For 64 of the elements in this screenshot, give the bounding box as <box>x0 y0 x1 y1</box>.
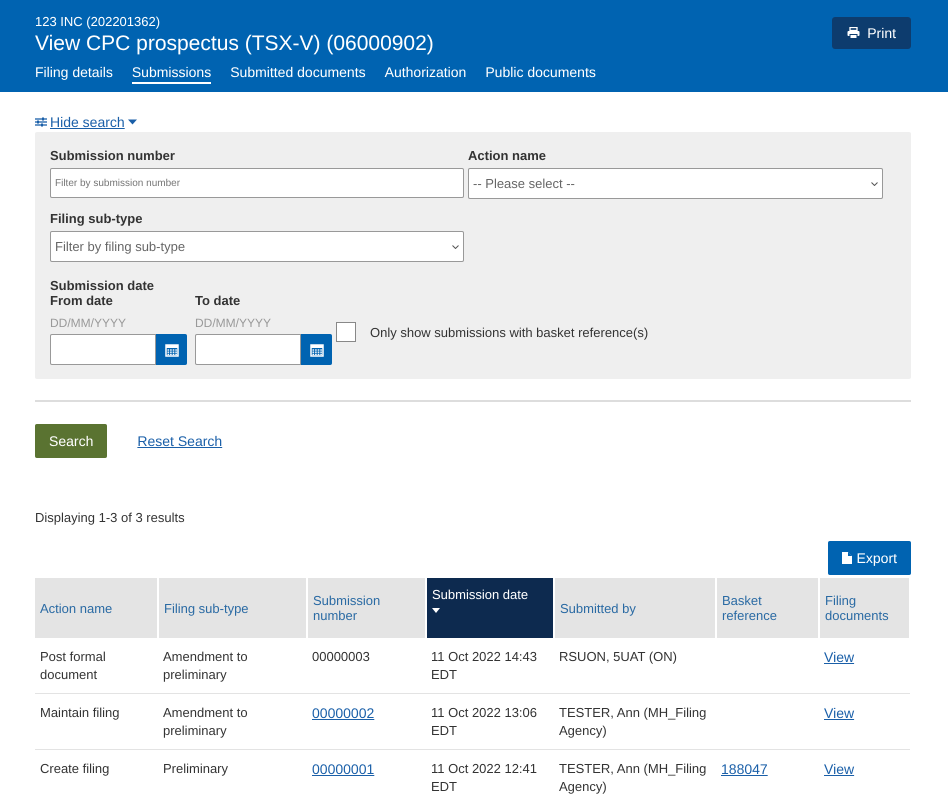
table-cell: RSUON, 5UAT (ON) <box>559 649 677 664</box>
table-link[interactable]: View <box>824 761 854 777</box>
column-header[interactable]: Basket reference <box>716 578 819 638</box>
field-label: To date <box>195 293 242 308</box>
chevron-down-icon <box>871 182 878 186</box>
column-header[interactable]: Submitted by <box>554 578 716 638</box>
field-label: From date <box>50 293 114 308</box>
table-cell: Amendment to preliminary <box>163 705 248 738</box>
table-cell: TESTER, Ann (MH_Filing Agency) <box>559 705 706 738</box>
result-count: Displaying 1-3 of 3 results <box>35 510 186 525</box>
calendar-button[interactable] <box>301 334 332 365</box>
nav-tab[interactable]: Public documents <box>485 64 596 84</box>
date-field[interactable] <box>195 334 301 365</box>
filing-sub-type-dropdown[interactable]: Filter by filing sub-type <box>50 231 464 262</box>
filter-sliders-icon <box>35 117 47 127</box>
table-cell: Amendment to preliminary <box>163 649 248 682</box>
table-cell: Post formal document <box>40 649 106 682</box>
action-name-dropdown[interactable]: -- Please select -- <box>468 168 883 199</box>
nav-tab[interactable]: Submitted documents <box>230 64 366 84</box>
table-cell: 11 Oct 2022 12:41 EDT <box>431 761 538 794</box>
document-icon <box>842 552 852 564</box>
table-cell: Preliminary <box>163 761 228 776</box>
sort-caret-icon <box>432 608 440 613</box>
calendar-button[interactable] <box>156 334 187 365</box>
column-header[interactable]: Submission date <box>426 578 554 638</box>
checkbox[interactable] <box>336 322 356 342</box>
reset-search-link[interactable]: Reset Search <box>137 433 222 449</box>
table-cell: 00000003 <box>312 649 370 664</box>
section-label: Submission date <box>50 278 156 293</box>
calendar-icon <box>310 342 324 356</box>
table-link[interactable]: View <box>824 705 854 721</box>
table-cell: 11 Oct 2022 13:06 EDT <box>431 705 538 738</box>
field-label: Action name <box>468 148 548 163</box>
table-cell: 11 Oct 2022 14:43 EDT <box>431 649 538 682</box>
column-header[interactable]: Action name <box>35 578 158 638</box>
table-link[interactable]: 188047 <box>721 761 768 777</box>
calendar-icon <box>164 342 178 356</box>
column-header[interactable]: Filing sub-type <box>158 578 307 638</box>
field-label: Submission number <box>50 148 176 163</box>
chevron-down-icon <box>452 244 459 248</box>
column-header[interactable]: Filing documents <box>819 578 910 638</box>
nav-tab[interactable]: Submissions <box>132 64 212 84</box>
print-button[interactable]: Print <box>832 17 911 49</box>
date-format-hint: DD/MM/YYYY <box>50 316 128 330</box>
nav-tab[interactable]: Authorization <box>384 64 466 84</box>
export-button[interactable]: Export <box>828 541 911 575</box>
column-header[interactable]: Submission number <box>307 578 426 638</box>
table-cell: Create filing <box>40 761 110 776</box>
submission-number-field[interactable]: Filter by submission number <box>50 168 464 198</box>
printer-icon <box>847 27 860 39</box>
table-link[interactable]: 00000001 <box>312 761 374 777</box>
field-label: Filing sub-type <box>50 211 144 226</box>
nav-tab[interactable]: Filing details <box>35 64 113 84</box>
table-link[interactable]: View <box>824 649 854 665</box>
checkbox-label: Only show submissions with basket reference(s) <box>370 324 648 340</box>
search-button[interactable]: Search <box>35 424 108 458</box>
table-link[interactable]: 00000002 <box>312 705 374 721</box>
company-name: 123 INC (202201362) <box>35 14 162 29</box>
date-field[interactable] <box>50 334 156 365</box>
date-format-hint: DD/MM/YYYY <box>195 316 272 330</box>
hide-search-link[interactable]: Hide search <box>50 114 125 130</box>
table-cell: Maintain filing <box>40 705 120 720</box>
table-cell: TESTER, Ann (MH_Filing Agency) <box>559 761 706 794</box>
page-title: View CPC prospectus (TSX-V) (06000902) <box>35 32 434 56</box>
